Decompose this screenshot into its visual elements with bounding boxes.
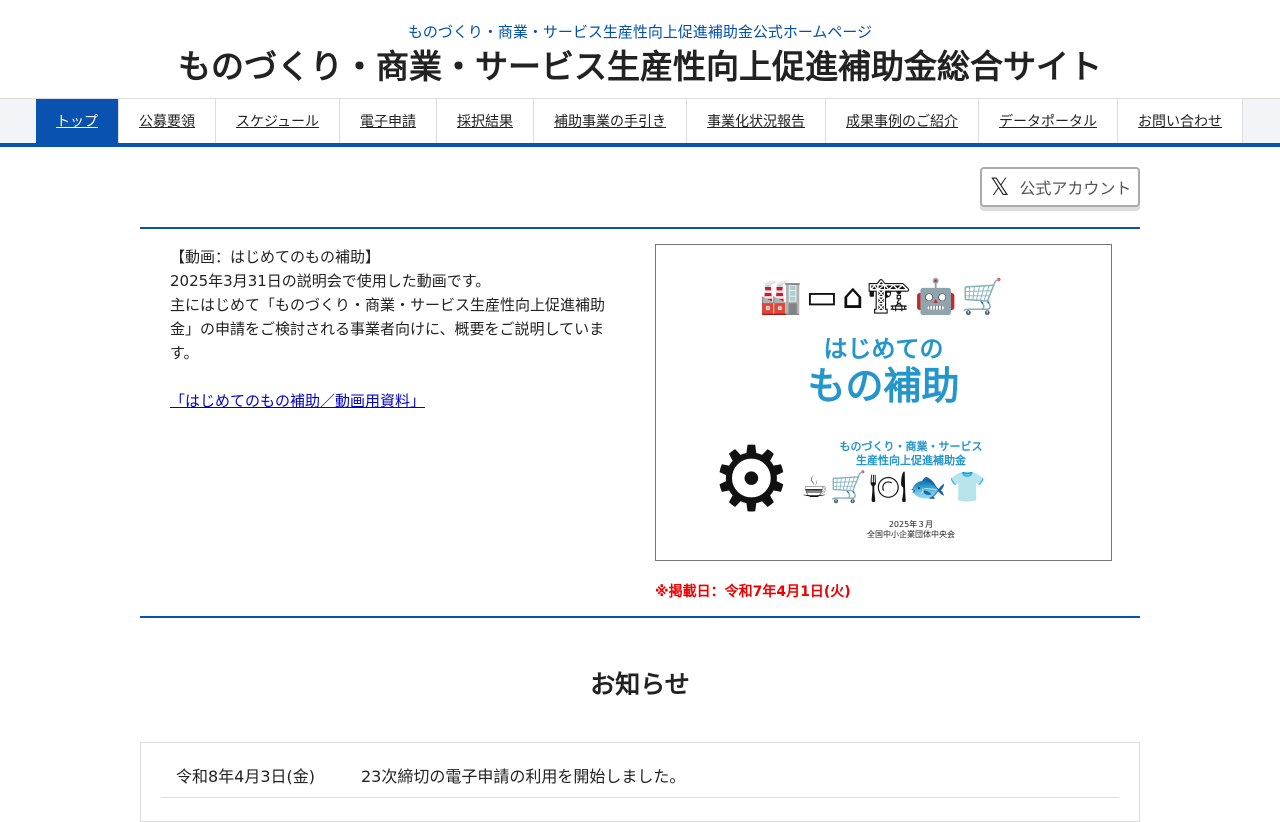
thumb-title-2: もの補助	[807, 364, 960, 408]
thumb-org: 全国中小企業団体中央会	[867, 530, 955, 539]
nav-data-portal[interactable]: データポータル	[979, 99, 1119, 143]
feature-text: 【動画：はじめてのもの補助】 2025年3月31日の説明会で使用した動画です。 …	[170, 245, 620, 413]
thumb-date: 2025年３月	[888, 520, 934, 529]
nav-schedule[interactable]: スケジュール	[216, 99, 341, 143]
site-title[interactable]: ものづくり・商業・サービス生産性向上促進補助金総合サイト	[0, 44, 1280, 90]
nav-e-application[interactable]: 電子申請	[340, 99, 438, 143]
industry-icons: 🏭▭⌂🏗🤖🛒	[759, 277, 1008, 317]
news-date: 令和8年4月3日(金)	[176, 767, 316, 786]
nav-case-studies[interactable]: 成果事例のご紹介	[826, 99, 980, 143]
nav-guidelines[interactable]: 公募要領	[119, 99, 216, 143]
thumb-footer: 2025年３月 全国中小企業団体中央会	[806, 520, 1016, 540]
feature-line: 2025年3月31日の説明会で使用した動画です。	[170, 272, 491, 290]
gear-icon: ⚙	[711, 427, 792, 532]
video-thumbnail[interactable]: 🏭▭⌂🏗🤖🛒 はじめての もの補助 ⚙ ものづくり・商業・サービス 生産性向上促進…	[655, 244, 1112, 561]
nav-status-report[interactable]: 事業化状況報告	[687, 99, 827, 143]
x-account-button[interactable]: 𝕏 公式アカウント	[980, 167, 1140, 207]
feature-heading: 【動画：はじめてのもの補助】	[170, 248, 381, 266]
thumb-sub1: ものづくり・商業・サービス	[839, 440, 983, 453]
feature-materials-link[interactable]: 「はじめてのもの補助／動画用資料」	[170, 389, 425, 413]
nav-top[interactable]: トップ	[36, 99, 119, 143]
site-subtitle: ものづくり・商業・サービス生産性向上促進補助金公式ホームページ	[407, 23, 873, 41]
news-heading: お知らせ	[590, 670, 690, 699]
x-logo-icon: 𝕏	[990, 173, 1010, 201]
site-header: ものづくり・商業・サービス生産性向上促進補助金公式ホームページ ものづくり・商業…	[0, 0, 1280, 98]
thumb-sub2: 生産性向上促進補助金	[856, 454, 966, 467]
news-list: 令和8年4月3日(金) 23次締切の電子申請の利用を開始しました。	[140, 742, 1140, 822]
feature-line: 主にはじめて「ものづくり・商業・サービス生産性向上促進補助金」の申請をご検討され…	[170, 296, 606, 362]
news-text: 23次締切の電子申請の利用を開始しました。	[361, 767, 686, 786]
posted-date: ※掲載日：令和7年4月1日(火)	[655, 584, 851, 600]
main-nav: トップ 公募要領 スケジュール 電子申請 採択結果 補助事業の手引き 事業化状況…	[0, 98, 1280, 147]
feature-section: 【動画：はじめてのもの補助】 2025年3月31日の説明会で使用した動画です。 …	[140, 227, 1140, 618]
nav-results[interactable]: 採択結果	[437, 99, 535, 143]
thumb-subtitle: ものづくり・商業・サービス 生産性向上促進補助金	[806, 440, 1016, 468]
x-account-label: 公式アカウント	[1019, 179, 1132, 198]
news-item[interactable]: 令和8年4月3日(金) 23次締切の電子申請の利用を開始しました。	[161, 743, 1119, 798]
thumb-title-1: はじめての	[823, 335, 944, 363]
nav-contact[interactable]: お問い合わせ	[1118, 99, 1244, 143]
nav-handbook[interactable]: 補助事業の手引き	[534, 99, 688, 143]
product-icons: ☕🛒🍽🐟👕	[801, 470, 989, 505]
